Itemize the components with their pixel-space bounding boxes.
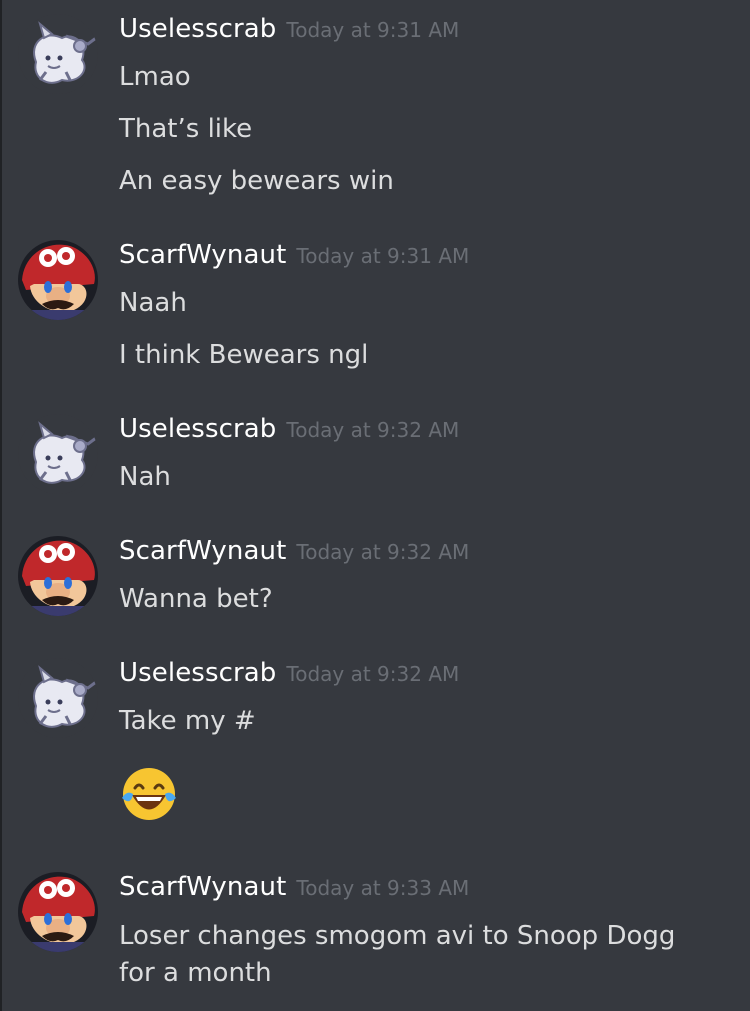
mario-icon — [18, 536, 98, 616]
avatar[interactable] — [18, 536, 98, 616]
username[interactable]: ScarfWynaut — [119, 536, 286, 566]
username[interactable]: ScarfWynaut — [119, 240, 286, 270]
creature-icon — [18, 658, 98, 738]
timestamp: Today at 9:33 AM — [296, 876, 470, 900]
message-text: An easy bewears win — [119, 166, 394, 196]
username[interactable]: Uselesscrab — [119, 658, 276, 688]
avatar[interactable] — [18, 658, 98, 738]
message-header: Uselesscrab Today at 9:32 AM — [119, 414, 459, 448]
username[interactable]: Uselesscrab — [119, 414, 276, 444]
timestamp: Today at 9:32 AM — [286, 418, 460, 442]
message-text: Take my # — [119, 706, 256, 736]
avatar[interactable] — [18, 872, 98, 952]
creature-icon — [18, 414, 98, 494]
mario-icon — [18, 240, 98, 320]
avatar[interactable] — [18, 240, 98, 320]
message-header: Uselesscrab Today at 9:32 AM — [119, 658, 459, 692]
timestamp: Today at 9:31 AM — [286, 18, 460, 42]
message-header: Uselesscrab Today at 9:31 AM — [119, 14, 459, 48]
message-text: That’s like — [119, 114, 253, 144]
laughing-tears-emoji — [122, 768, 176, 820]
avatar[interactable] — [18, 14, 98, 94]
timestamp: Today at 9:32 AM — [286, 662, 460, 686]
message-text: Loser changes smogom avi to Snoop Dogg f… — [119, 921, 676, 988]
message-text: Lmao — [119, 62, 191, 92]
avatar[interactable] — [18, 414, 98, 494]
message-header: ScarfWynaut Today at 9:31 AM — [119, 240, 469, 274]
username[interactable]: ScarfWynaut — [119, 872, 286, 902]
window-edge — [0, 0, 2, 1011]
timestamp: Today at 9:31 AM — [296, 244, 470, 268]
message-text: Wanna bet? — [119, 584, 273, 614]
message-text: Nah — [119, 462, 171, 492]
creature-icon — [18, 14, 98, 94]
timestamp: Today at 9:32 AM — [296, 540, 470, 564]
mario-icon — [18, 872, 98, 952]
message-text: Naah — [119, 288, 187, 318]
message-header: ScarfWynaut Today at 9:32 AM — [119, 536, 469, 570]
message-header: ScarfWynaut Today at 9:33 AM — [119, 872, 469, 906]
username[interactable]: Uselesscrab — [119, 14, 276, 44]
message-text: I think Bewears ngl — [119, 340, 369, 370]
